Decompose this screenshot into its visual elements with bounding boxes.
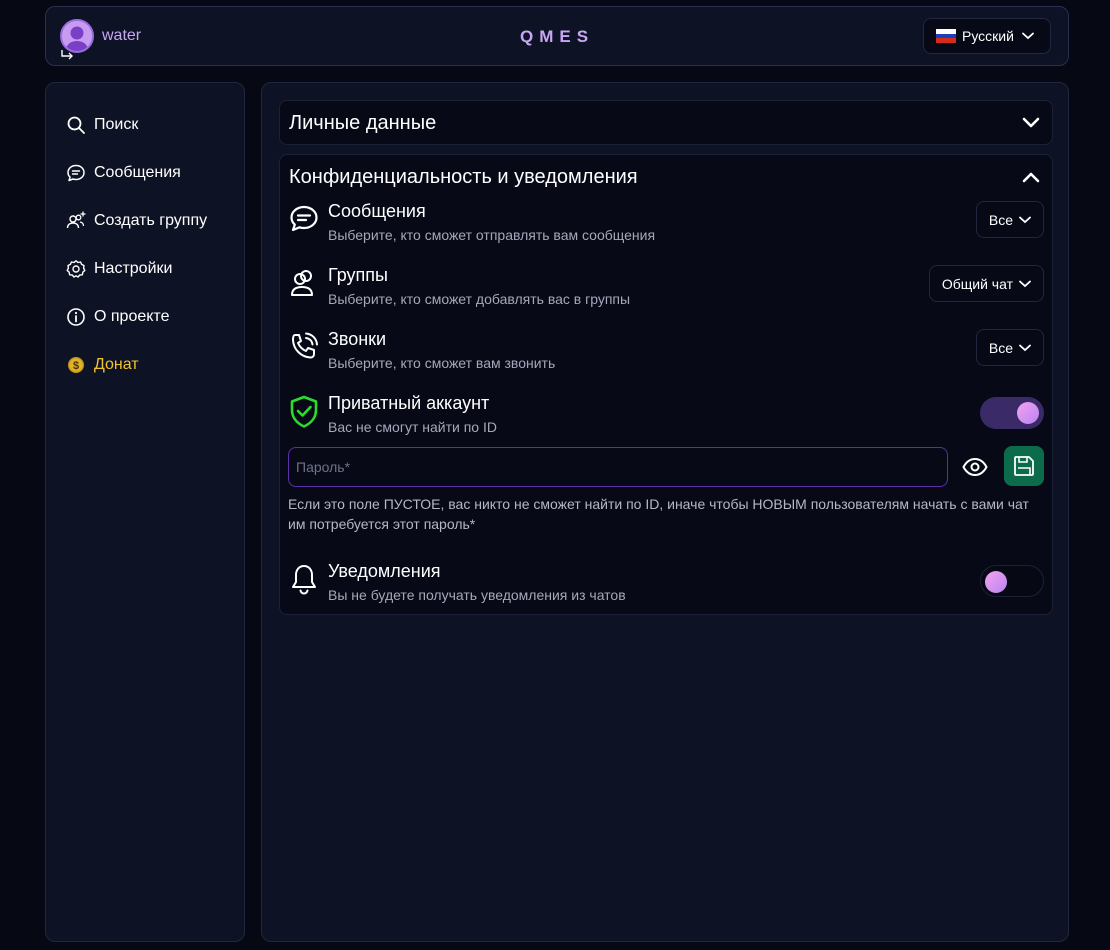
top-bar: water QMES Русский <box>45 6 1069 66</box>
language-label: Русский <box>962 28 1014 44</box>
info-icon <box>67 308 85 326</box>
chevron-down-icon <box>1019 344 1031 351</box>
add-group-icon <box>66 211 86 229</box>
select-value: Все <box>988 339 1013 356</box>
bell-icon <box>292 565 316 595</box>
section-title: Конфиденциальность и уведомления <box>289 165 638 188</box>
notifications-setting: Уведомления Вы не будете получать уведом… <box>288 561 1044 611</box>
sidebar-item-search[interactable]: Поиск <box>46 101 244 149</box>
messages-permission-select[interactable]: Все <box>975 201 1044 238</box>
personal-data-header[interactable]: Личные данные <box>280 101 1052 145</box>
phone-icon <box>292 332 318 359</box>
language-select[interactable]: Русский <box>923 18 1051 54</box>
toggle-knob <box>985 571 1007 593</box>
setting-subtitle: Выберите, кто сможет добавлять вас в гру… <box>328 291 631 307</box>
setting-title: Приватный аккаунт <box>328 393 490 413</box>
russia-flag-icon <box>936 29 956 44</box>
select-value: Все <box>988 211 1013 228</box>
notifications-toggle[interactable] <box>980 565 1044 597</box>
select-value: Общий чат <box>941 275 1013 292</box>
toggle-knob <box>1017 402 1039 424</box>
sidebar-item-label: Сообщения <box>94 164 181 181</box>
setting-title: Звонки <box>328 329 387 349</box>
sidebar-item-settings[interactable]: Настройки <box>46 245 244 293</box>
private-account-toggle[interactable] <box>980 397 1044 429</box>
shield-check-icon <box>290 395 318 428</box>
eye-icon[interactable] <box>962 455 988 479</box>
coin-icon: $ <box>68 357 84 373</box>
save-password-button[interactable] <box>1004 446 1044 486</box>
calls-permission-select[interactable]: Все <box>975 329 1044 366</box>
chevron-down-icon <box>1019 280 1031 287</box>
password-input[interactable] <box>288 447 948 487</box>
chevron-down-icon <box>1022 117 1040 128</box>
private-account-setting: Приватный аккаунт Вас не смогут найти по… <box>288 393 1044 443</box>
logout-icon[interactable] <box>60 49 76 61</box>
search-icon <box>67 116 85 134</box>
sidebar-item-label: Создать группу <box>94 212 208 229</box>
setting-title: Уведомления <box>328 561 441 581</box>
privacy-header[interactable]: Конфиденциальность и уведомления <box>280 155 1052 199</box>
personal-data-section: Личные данные <box>279 100 1053 145</box>
chevron-down-icon <box>1022 32 1034 40</box>
calls-setting: Звонки Выберите, кто сможет вам звонить … <box>288 329 1044 379</box>
chat-icon <box>67 164 85 182</box>
setting-subtitle: Вы не будете получать уведомления из чат… <box>328 587 626 603</box>
app-title: QMES <box>519 27 595 46</box>
chat-icon <box>290 205 318 232</box>
svg-text:$: $ <box>73 360 79 372</box>
sidebar-item-messages[interactable]: Сообщения <box>46 149 244 197</box>
sidebar: Поиск Сообщения Создать группу Настройки <box>45 82 245 942</box>
sidebar-item-label: Поиск <box>94 116 139 133</box>
section-title: Личные данные <box>289 111 437 134</box>
sidebar-item-label: Настройки <box>94 260 173 277</box>
setting-title: Сообщения <box>328 201 426 221</box>
setting-subtitle: Выберите, кто сможет отправлять вам сооб… <box>328 227 656 243</box>
groups-setting: Группы Выберите, кто сможет добавлять ва… <box>288 265 1044 315</box>
floppy-disk-icon <box>1014 456 1034 476</box>
sidebar-item-donate[interactable]: $ Донат <box>46 341 244 389</box>
chevron-up-icon <box>1022 172 1040 183</box>
password-hint: Если это поле ПУСТОЕ, вас никто не сможе… <box>288 496 1029 532</box>
sidebar-item-label: О проекте <box>94 308 170 325</box>
chevron-down-icon <box>1019 216 1031 223</box>
groups-permission-select[interactable]: Общий чат <box>928 265 1044 302</box>
sidebar-item-about[interactable]: О проекте <box>46 293 244 341</box>
setting-title: Группы <box>328 265 388 285</box>
users-icon <box>291 270 313 296</box>
privacy-section: Конфиденциальность и уведомления Сообщен… <box>279 154 1053 615</box>
main-content: Личные данные Конфиденциальность и уведо… <box>261 82 1069 942</box>
messages-setting: Сообщения Выберите, кто сможет отправлят… <box>288 201 1044 251</box>
sidebar-item-create-group[interactable]: Создать группу <box>46 197 244 245</box>
setting-subtitle: Вас не смогут найти по ID <box>328 419 497 435</box>
gear-icon <box>66 260 86 278</box>
setting-subtitle: Выберите, кто сможет вам звонить <box>328 355 556 371</box>
sidebar-item-label: Донат <box>94 356 139 373</box>
